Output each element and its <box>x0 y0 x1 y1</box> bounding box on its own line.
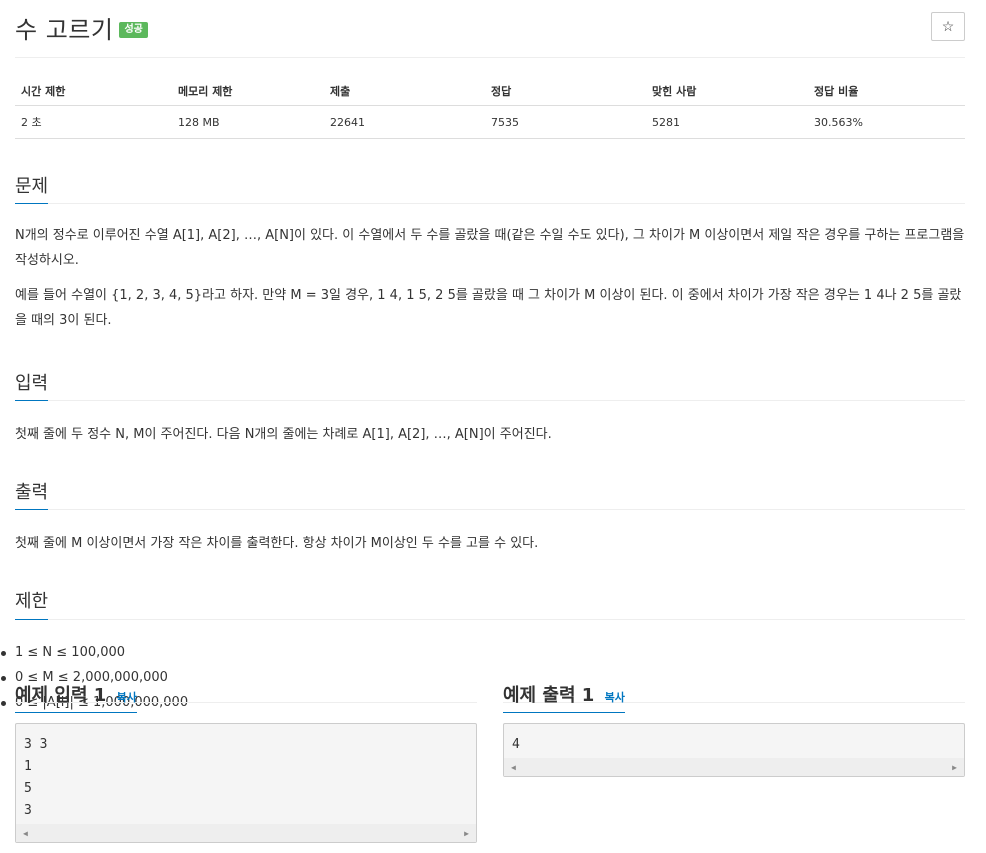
horizontal-scrollbar[interactable]: ◀ ▶ <box>504 758 964 776</box>
info-value-memory-limit: 128 MB <box>172 105 324 139</box>
input-section: 입력 첫째 줄에 두 정수 N, M이 주어진다. 다음 N개의 줄에는 차례로… <box>15 356 965 447</box>
info-value-row: 2 초 128 MB 22641 7535 5281 30.563% <box>15 105 965 139</box>
info-header-solved-users: 맞힌 사람 <box>646 76 808 106</box>
section-title-problem: 문제 <box>15 174 49 205</box>
info-header-row: 시간 제한 메모리 제한 제출 정답 맞힌 사람 정답 비율 <box>15 76 965 106</box>
section-title-output: 출력 <box>15 480 49 511</box>
problem-info-table: 시간 제한 메모리 제한 제출 정답 맞힌 사람 정답 비율 2 초 128 M… <box>15 76 965 139</box>
sample-input-title: 예제 입력 1 복사 <box>15 683 137 714</box>
horizontal-scrollbar[interactable]: ◀ ▶ <box>16 824 476 842</box>
limit-item: 1 ≤ N ≤ 100,000 <box>1 640 965 665</box>
star-icon: ☆ <box>941 18 955 34</box>
output-body: 첫째 줄에 M 이상이면서 가장 작은 차이를 출력한다. 항상 차이가 M이상… <box>15 510 965 556</box>
problem-description-section: 문제 N개의 정수로 이루어진 수열 A[1], A[2], …, A[N]이 … <box>15 159 965 333</box>
info-header-submissions: 제출 <box>324 76 485 106</box>
scroll-right-icon[interactable]: ▶ <box>952 763 957 772</box>
sample-input-panel: 예제 입력 1 복사 3 3 1 5 3 ◀ ▶ <box>15 668 477 843</box>
info-header-memory-limit: 메모리 제한 <box>172 76 324 106</box>
copy-sample-output-link[interactable]: 복사 <box>605 691 625 704</box>
problem-page: 수 고르기 성공 ☆ 시간 제한 메모리 제한 제출 정답 맞힌 사람 정답 비… <box>0 0 986 853</box>
section-head: 출력 <box>15 465 965 511</box>
sample-head: 예제 입력 1 복사 <box>15 668 477 714</box>
sample-output-box[interactable]: 4 ◀ ▶ <box>503 723 965 777</box>
info-header-accept-ratio: 정답 비율 <box>808 76 965 106</box>
title-wrap: 수 고르기 성공 <box>15 10 148 45</box>
problem-header: 수 고르기 성공 ☆ <box>15 0 965 58</box>
scroll-right-icon[interactable]: ▶ <box>464 829 469 838</box>
sample-output-panel: 예제 출력 1 복사 4 ◀ ▶ <box>503 668 965 843</box>
section-title-limits: 제한 <box>15 589 49 620</box>
sample-head: 예제 출력 1 복사 <box>503 668 965 714</box>
sample-output-title: 예제 출력 1 복사 <box>503 683 625 714</box>
info-value-submissions: 22641 <box>324 105 485 139</box>
info-value-solved-users: 5281 <box>646 105 808 139</box>
sample-input-content: 3 3 1 5 3 <box>24 737 48 818</box>
section-head: 제한 <box>15 574 965 620</box>
input-text: 첫째 줄에 두 정수 N, M이 주어진다. 다음 N개의 줄에는 차례로 A[… <box>15 427 552 443</box>
favorite-star-button[interactable]: ☆ <box>931 12 965 41</box>
scroll-left-icon[interactable]: ◀ <box>23 829 28 838</box>
info-header-accepted: 정답 <box>485 76 646 106</box>
input-body: 첫째 줄에 두 정수 N, M이 주어진다. 다음 N개의 줄에는 차례로 A[… <box>15 401 965 447</box>
scroll-left-icon[interactable]: ◀ <box>511 763 516 772</box>
samples-row: 예제 입력 1 복사 3 3 1 5 3 ◀ ▶ 예제 출력 1 복사 4 ◀ … <box>15 668 965 843</box>
output-text: 첫째 줄에 M 이상이면서 가장 작은 차이를 출력한다. 항상 차이가 M이상… <box>15 536 539 552</box>
problem-description-body: N개의 정수로 이루어진 수열 A[1], A[2], …, A[N]이 있다.… <box>15 204 965 333</box>
info-value-accept-ratio: 30.563% <box>808 105 965 139</box>
info-value-time-limit: 2 초 <box>15 105 172 139</box>
sample-input-box[interactable]: 3 3 1 5 3 ◀ ▶ <box>15 723 477 843</box>
section-head: 문제 <box>15 159 965 205</box>
problem-paragraph: 예를 들어 수열이 {1, 2, 3, 4, 5}라고 하자. 만약 M = 3… <box>15 288 962 329</box>
info-value-accepted: 7535 <box>485 105 646 139</box>
sample-output-title-text: 예제 출력 1 <box>503 684 595 706</box>
copy-sample-input-link[interactable]: 복사 <box>117 691 137 704</box>
section-title-input: 입력 <box>15 371 49 402</box>
status-badge: 성공 <box>119 21 148 38</box>
problem-title: 수 고르기 <box>15 16 114 44</box>
sample-input-title-text: 예제 입력 1 <box>15 684 107 706</box>
problem-paragraph: N개의 정수로 이루어진 수열 A[1], A[2], …, A[N]이 있다.… <box>15 228 965 269</box>
output-section: 출력 첫째 줄에 M 이상이면서 가장 작은 차이를 출력한다. 항상 차이가 … <box>15 465 965 556</box>
info-header-time-limit: 시간 제한 <box>15 76 172 106</box>
sample-output-content: 4 <box>512 737 520 752</box>
section-head: 입력 <box>15 356 965 402</box>
